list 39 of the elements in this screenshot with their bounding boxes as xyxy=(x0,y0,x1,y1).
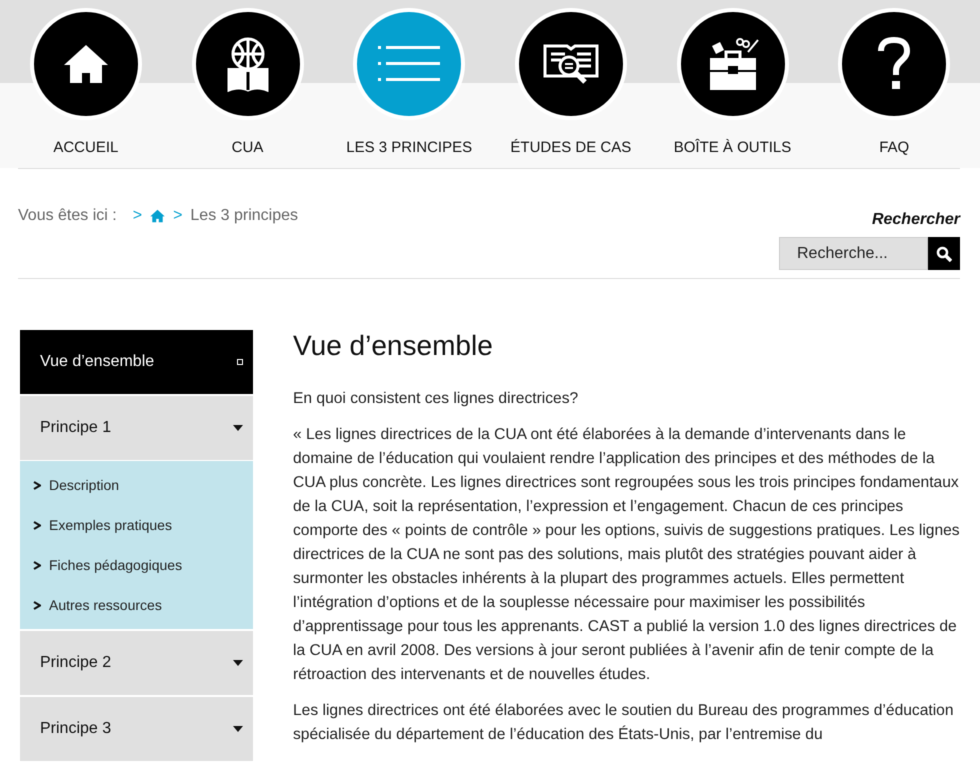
search-title: Rechercher xyxy=(872,211,960,229)
sidebar-item[interactable]: Principe 2 xyxy=(20,631,253,695)
breadcrumb-separator: > xyxy=(173,207,182,225)
submenu-item[interactable]: Fiches pédagogiques xyxy=(20,545,253,585)
question-mark-icon xyxy=(877,37,912,91)
submenu-item[interactable]: Autres ressources xyxy=(20,585,253,625)
chevron-icon xyxy=(33,600,41,610)
submenu-item[interactable]: Description xyxy=(20,465,253,505)
nav-tab[interactable]: CUA xyxy=(166,0,328,168)
nav-tab[interactable]: ÉTUDES DE CAS xyxy=(490,0,652,168)
breadcrumb-current: Les 3 principes xyxy=(190,207,298,225)
sidebar-item[interactable]: Vue d’ensemble xyxy=(20,330,253,394)
search-icon xyxy=(936,246,952,262)
home-icon[interactable] xyxy=(150,209,166,223)
chevron-icon xyxy=(33,520,41,530)
bullet-icon xyxy=(237,359,243,365)
list-icon xyxy=(378,46,440,82)
caret-icon xyxy=(233,660,243,666)
nav-tab[interactable]: ACCUEIL xyxy=(5,0,167,168)
page-heading: Vue d’ensemble xyxy=(293,330,494,362)
globe-book-icon xyxy=(224,36,270,92)
nav-tab[interactable]: FAQ xyxy=(813,0,976,168)
house-icon xyxy=(62,43,109,85)
sidebar-item[interactable]: Principe 1 xyxy=(20,396,253,460)
body-paragraph: « Les lignes directrices de la CUA ont été élaborées à la demande d’intervenants dans le domaine de l’éducation qui voulaient rendre l’application des principes et des méthodes de la CUA plus concrète. Les lignes directrices sont regroupées sous les trois principes fondamentaux de la CUA, soit la représentation, l’expression et l’engagement. Chacun de ces principes comporte des « points de contrôle » pour les options, suivis de suggestions pratiques. Les lignes directrices de la CUA ne sont pas des solutions, mais plutôt des stratégies pouvant aider à surmonter les obstacles inhérents à la plupart des programmes actuels. Elles permettent l’intégration d’options et de la souplesse nécessaire pour maximiser les possibilités d’apprentissage pour tous les apprenants. CAST a publié la version 1.0 des lignes directrices de la CUA en avril 2008. Des versions à jour seront publiées à l’avenir afin de tenir compte de la rétroaction des intervenants et de nouvelles études. xyxy=(293,425,960,685)
caret-icon xyxy=(233,726,243,732)
chevron-icon xyxy=(33,480,41,490)
nav-tab[interactable]: BOÎTE À OUTILS xyxy=(652,0,814,168)
caret-icon xyxy=(233,425,243,431)
search-field[interactable]: Recherche... xyxy=(779,237,928,270)
breadcrumb-label: Vous êtes ici : xyxy=(18,207,117,225)
sidebar-item[interactable]: Principe 3 xyxy=(20,697,253,761)
question-text: En quoi consistent ces lignes directrices? xyxy=(293,389,580,409)
nav-tab[interactable]: LES 3 PRINCIPES xyxy=(328,0,490,168)
submenu-item[interactable]: Exemples pratiques xyxy=(20,505,253,545)
breadcrumb-separator: > xyxy=(132,207,142,225)
body-paragraph: Les lignes directrices ont été élaborées avec le soutien du Bureau des programmes d’éducation spécialisée du département de l’éducation des États-Unis, par l’entremise du xyxy=(293,701,955,745)
chevron-icon xyxy=(33,560,41,570)
search-button[interactable] xyxy=(928,237,960,270)
